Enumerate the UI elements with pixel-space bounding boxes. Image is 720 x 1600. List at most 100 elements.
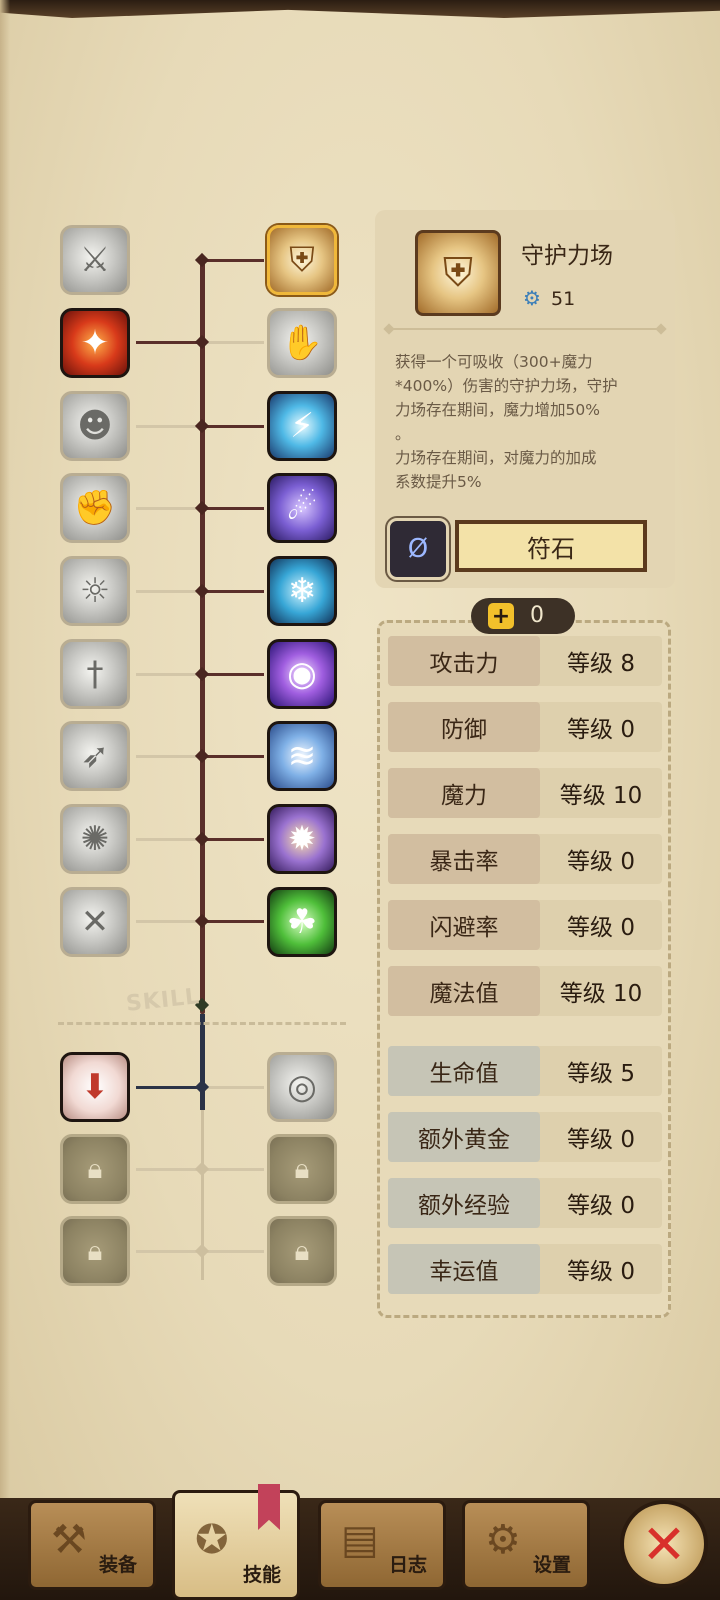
branch (136, 341, 202, 344)
stat-row-exp[interactable]: 额外经验 等级 0 (388, 1178, 662, 1228)
rune-button[interactable]: 符石 (455, 520, 647, 572)
skill-void-eye[interactable]: ◉ (267, 639, 337, 709)
skill-berserk[interactable]: ✺ (60, 804, 130, 874)
nav-skills-button[interactable]: ✪ 技能 (172, 1490, 300, 1600)
tree-node (194, 583, 210, 599)
nav-equipment-button[interactable]: ⚒ 装备 (28, 1500, 156, 1590)
branch (204, 425, 264, 428)
nav-label: 设置 (532, 1554, 571, 1576)
skill-locked[interactable]: 🔒︎ (60, 1134, 130, 1204)
skill-guardian-field[interactable]: ⛨ (267, 225, 337, 295)
branch (204, 341, 264, 344)
nav-log-button[interactable]: ▤ 日志 (318, 1500, 446, 1590)
skill-locked[interactable]: 🔒︎ (267, 1216, 337, 1286)
nav-label: 装备 (98, 1554, 137, 1576)
skill-trophy[interactable]: ⬇ (60, 1052, 130, 1122)
skill-wind-blade[interactable]: ≋ (267, 721, 337, 791)
close-icon: ✕ (641, 1512, 687, 1576)
tree-node (194, 1161, 210, 1177)
tree-node (194, 418, 210, 434)
cross-swords-icon: ✕ (80, 902, 110, 942)
tree-node (194, 334, 210, 350)
tree-node (194, 748, 210, 764)
nav-settings-button[interactable]: ⚙ 设置 (462, 1500, 590, 1590)
plus-icon: + (488, 603, 514, 629)
branch (136, 673, 202, 676)
skill-roar[interactable]: ☻ (60, 391, 130, 461)
skill-detail-panel: ⛨ 守护力场 ⚙ 51 获得一个可吸收（300+魔力 *400%）伤害的守护力场… (375, 210, 675, 588)
skill-fire-strike[interactable]: ✦ (60, 308, 130, 378)
skill-eye-trophy[interactable]: ◎ (267, 1052, 337, 1122)
skill-locked[interactable]: 🔒︎ (267, 1134, 337, 1204)
stat-label: 闪避率 (388, 900, 540, 950)
branch (204, 1086, 264, 1089)
stat-row-defense[interactable]: 防御 等级 0 (388, 702, 662, 752)
top-frame (0, 0, 720, 18)
stat-row-dodge[interactable]: 闪避率 等级 0 (388, 900, 662, 950)
skill-stone-fist[interactable]: ✋ (267, 308, 337, 378)
tree-node (194, 831, 210, 847)
skill-description: 获得一个可吸收（300+魔力 *400%）伤害的守护力场，守护 力场存在期间，魔… (395, 353, 618, 491)
skill-shadow-dash[interactable]: ☄ (267, 473, 337, 543)
available-points: 0 (530, 603, 544, 628)
branch (204, 920, 264, 923)
skill-lightning[interactable]: ⚡ (267, 391, 337, 461)
lock-icon: 🔒︎ (294, 1234, 310, 1267)
stat-row-luck[interactable]: 幸运值 等级 0 (388, 1244, 662, 1294)
wind-blade-icon: ≋ (287, 736, 317, 776)
stat-level: 等级 5 (567, 1061, 635, 1087)
skill-points: 51 (551, 288, 576, 310)
stat-label: 生命值 (388, 1046, 540, 1096)
stat-row-hp[interactable]: 生命值 等级 5 (388, 1046, 662, 1096)
skill-cross-swords[interactable]: ✕ (60, 887, 130, 957)
roar-icon: ☻ (77, 406, 113, 446)
skill-locked[interactable]: 🔒︎ (60, 1216, 130, 1286)
skill-sword-thrust[interactable]: † (60, 639, 130, 709)
gear-icon: ⚙ (523, 286, 541, 310)
skill-clover-heal[interactable]: ☘ (267, 887, 337, 957)
stat-row-mana[interactable]: 魔法值 等级 10 (388, 966, 662, 1016)
skill-muscle[interactable]: ✊ (60, 473, 130, 543)
skill-dash[interactable]: ➶ (60, 721, 130, 791)
stat-level: 等级 10 (559, 783, 643, 809)
branch (136, 755, 202, 758)
shadow-dash-icon: ☄ (286, 488, 318, 528)
slash-icon: ⚔ (79, 240, 111, 280)
left-frame (0, 0, 10, 1600)
stat-level: 等级 8 (567, 651, 635, 677)
skill-arcane-vortex[interactable]: ✹ (267, 804, 337, 874)
lock-icon: 🔒︎ (87, 1234, 103, 1267)
tree-node (194, 500, 210, 516)
lock-icon: 🔒︎ (87, 1152, 103, 1185)
skill-whirlwind[interactable]: ☼ (60, 556, 130, 626)
tree-trunk-lower (200, 1014, 205, 1110)
close-button[interactable]: ✕ (620, 1500, 708, 1588)
stat-row-magic[interactable]: 魔力 等级 10 (388, 768, 662, 818)
stat-row-crit[interactable]: 暴击率 等级 0 (388, 834, 662, 884)
branch (204, 590, 264, 593)
skill-slash[interactable]: ⚔ (60, 225, 130, 295)
branch (204, 673, 264, 676)
stat-label: 攻击力 (388, 636, 540, 686)
gear-icon: ⚙ (485, 1517, 521, 1563)
stat-row-attack[interactable]: 攻击力 等级 8 (388, 636, 662, 686)
branch (204, 259, 264, 262)
rune-icon[interactable]: Ø (387, 518, 449, 580)
skill-name: 守护力场 (521, 243, 613, 269)
skill-ice-burst[interactable]: ❄ (267, 556, 337, 626)
nav-label: 日志 (388, 1554, 427, 1576)
skill-ring-icon: ✪ (195, 1517, 229, 1563)
branch (204, 838, 264, 841)
separator (385, 328, 665, 330)
tree-node (194, 666, 210, 682)
branch (136, 507, 202, 510)
lock-icon: 🔒︎ (294, 1152, 310, 1185)
stone-fist-icon: ✋ (280, 323, 324, 363)
branch (204, 507, 264, 510)
branch (136, 1086, 202, 1089)
stat-row-gold[interactable]: 额外黄金 等级 0 (388, 1112, 662, 1162)
tier-divider (58, 1022, 346, 1025)
stat-level: 等级 0 (567, 717, 635, 743)
stat-label: 魔法值 (388, 966, 540, 1016)
book-icon: ▤ (341, 1517, 379, 1563)
